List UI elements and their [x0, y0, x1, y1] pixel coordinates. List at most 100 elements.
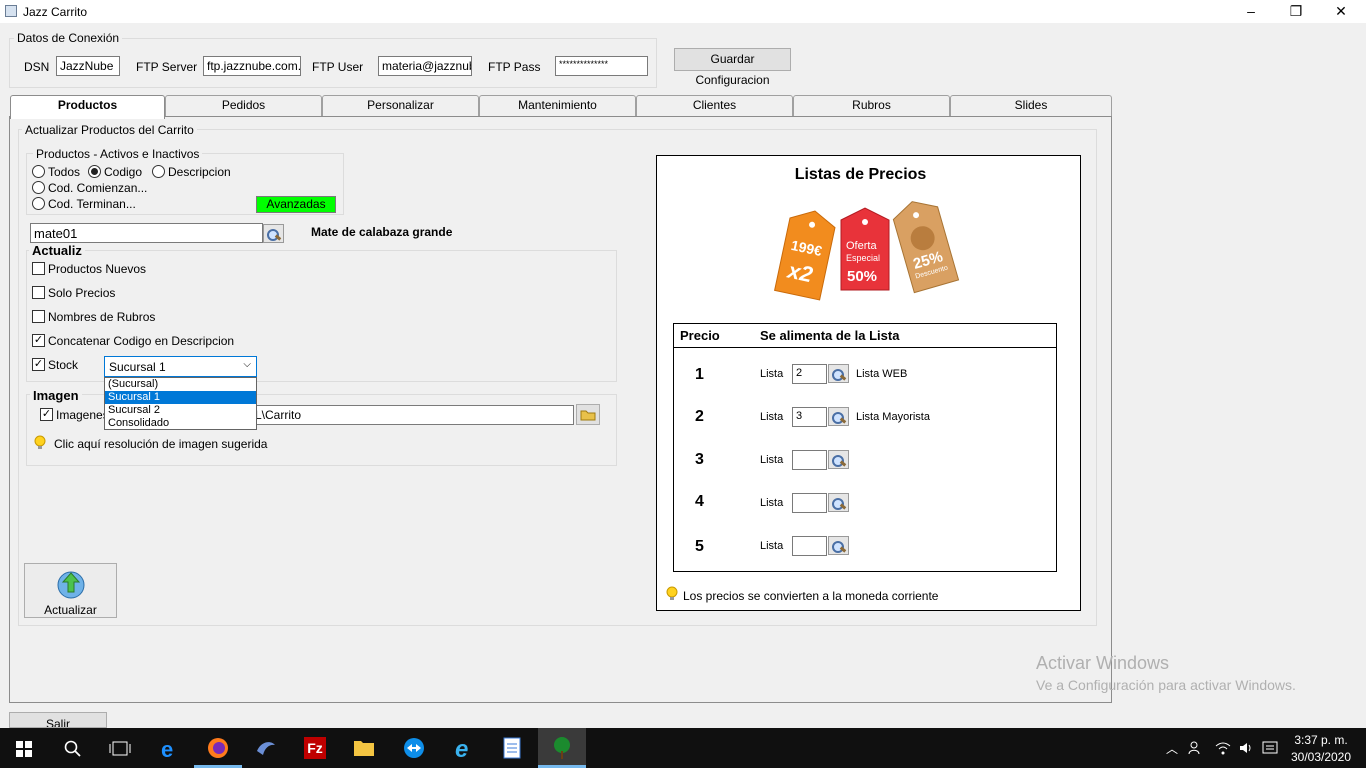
notification-icon[interactable]: [1262, 740, 1278, 756]
ftp-pass-label: FTP Pass: [488, 60, 541, 74]
start-button[interactable]: [0, 728, 48, 768]
taskbar-notepad[interactable]: [488, 728, 536, 768]
activation-watermark-title: Activar Windows: [1036, 653, 1170, 673]
chk-concatenar-label: Concatenar Codigo en Descripcion: [48, 334, 235, 348]
chk-solo-precios[interactable]: [32, 286, 45, 299]
title-bar: Jazz Carrito – ❐ ✕: [0, 0, 1366, 23]
taskbar-file-explorer[interactable]: [340, 728, 388, 768]
ftp-pass-field[interactable]: **************: [555, 56, 648, 76]
tab-productos[interactable]: Productos: [10, 95, 165, 119]
stock-combobox[interactable]: Sucursal 1 ⌵: [104, 356, 257, 377]
folder-icon: [580, 410, 596, 421]
chevron-up-icon[interactable]: ︿: [1166, 740, 1178, 757]
radio-cod-terminan-label: Cod. Terminan...: [48, 197, 136, 211]
folder-icon: [354, 741, 374, 756]
price-row-search-icon[interactable]: [828, 536, 849, 555]
price-row-list-name: Lista WEB: [856, 368, 908, 380]
radio-cod-comienzan[interactable]: [32, 181, 45, 194]
dsn-field[interactable]: JazzNube: [56, 56, 120, 76]
radio-codigo[interactable]: [88, 165, 101, 178]
task-view-button[interactable]: [96, 728, 144, 768]
product-search-icon[interactable]: [263, 224, 284, 243]
price-row-list-field[interactable]: [792, 450, 827, 470]
minimize-button[interactable]: –: [1228, 0, 1274, 23]
price-row-search-icon[interactable]: [828, 450, 849, 469]
ftp-server-field[interactable]: ftp.jazznube.com.ar: [203, 56, 301, 76]
close-button[interactable]: ✕: [1318, 0, 1364, 23]
price-row-search-icon[interactable]: [828, 407, 849, 426]
ftp-user-label: FTP User: [312, 60, 364, 74]
col-lista-header: Se alimenta de la Lista: [760, 328, 900, 343]
chk-nombres-rubros[interactable]: [32, 310, 45, 323]
tab-personalizar[interactable]: Personalizar: [322, 95, 479, 116]
price-row-list-field[interactable]: 2: [792, 364, 827, 384]
price-row-list-field[interactable]: 3: [792, 407, 827, 427]
salir-button[interactable]: Salir: [9, 712, 107, 728]
price-row-number: 4: [695, 493, 704, 510]
clock-date[interactable]: 30/03/2020: [1288, 750, 1354, 764]
chk-stock[interactable]: ✓: [32, 358, 45, 371]
actualizar-button[interactable]: Actualizar: [24, 563, 117, 618]
taskbar-filezilla[interactable]: Fz: [290, 728, 338, 768]
radio-cod-terminan[interactable]: [32, 197, 45, 210]
tab-mantenimiento[interactable]: Mantenimiento: [479, 95, 636, 116]
taskbar-edge[interactable]: e: [146, 728, 194, 768]
search-button[interactable]: [48, 728, 96, 768]
wifi-icon[interactable]: [1215, 740, 1231, 756]
tab-clientes[interactable]: Clientes: [636, 95, 793, 116]
price-row-number: 1: [695, 366, 704, 383]
stock-dropdown-list: (Sucursal) Sucursal 1 Sucursal 2 Consoli…: [104, 377, 257, 430]
chk-stock-label: Stock: [48, 358, 79, 372]
radio-descripcion[interactable]: [152, 165, 165, 178]
dolphin-icon: [257, 742, 275, 755]
ftp-user-field[interactable]: materia@jazznube: [378, 56, 472, 76]
volume-icon[interactable]: [1238, 740, 1254, 756]
browse-folder-button[interactable]: [576, 404, 600, 425]
clock-time[interactable]: 3:37 p. m.: [1291, 733, 1351, 747]
windows-icon: [16, 741, 32, 757]
actualizar-button-label: Actualizar: [44, 603, 97, 617]
task-view-icon: [109, 741, 131, 756]
radio-todos[interactable]: [32, 165, 45, 178]
stock-option[interactable]: (Sucursal): [105, 378, 256, 391]
image-resolution-tip[interactable]: Clic aquí resolución de imagen sugerida: [54, 437, 267, 451]
tab-rubros[interactable]: Rubros: [793, 95, 950, 116]
price-row-list-name: Lista Mayorista: [856, 411, 930, 423]
avanzadas-button[interactable]: Avanzadas: [256, 196, 336, 213]
chk-concatenar[interactable]: ✓: [32, 334, 45, 347]
taskbar-internet-explorer[interactable]: e: [440, 728, 488, 768]
stock-option[interactable]: Consolidado: [105, 417, 256, 430]
price-row-label: Lista: [760, 497, 784, 509]
taskbar-jazz-carrito[interactable]: [538, 728, 586, 768]
internet-explorer-icon: e: [455, 736, 469, 763]
actualiz-group-title: Actualiz: [29, 243, 85, 258]
taskbar-app-dolphin[interactable]: [242, 728, 290, 768]
price-list-table: [673, 323, 1057, 572]
chk-productos-nuevos[interactable]: [32, 262, 45, 275]
stock-option-selected[interactable]: Sucursal 1: [105, 391, 256, 404]
tag2-mid-text: Especial: [846, 253, 881, 263]
taskbar-firefox[interactable]: [194, 728, 242, 768]
taskbar-teamviewer[interactable]: [390, 728, 438, 768]
tab-pedidos[interactable]: Pedidos: [165, 95, 322, 116]
price-row-search-icon[interactable]: [828, 364, 849, 383]
save-config-button[interactable]: Guardar Configuracion: [674, 48, 791, 87]
app-icon: [5, 5, 17, 17]
price-row-list-field[interactable]: [792, 536, 827, 556]
maximize-button[interactable]: ❐: [1273, 0, 1319, 23]
tab-slides[interactable]: Slides: [950, 95, 1112, 116]
window-title: Jazz Carrito: [23, 5, 88, 19]
document-icon: [503, 737, 521, 759]
people-icon[interactable]: [1188, 741, 1204, 755]
price-row-number: 5: [695, 538, 704, 555]
price-row-list-field[interactable]: [792, 493, 827, 513]
chk-nombres-rubros-label: Nombres de Rubros: [48, 310, 156, 324]
chk-imagenes[interactable]: ✓: [40, 408, 53, 421]
activation-watermark-text: Ve a Configuración para activar Windows.: [1036, 677, 1296, 693]
price-row-search-icon[interactable]: [828, 493, 849, 512]
filter-group-title: Productos - Activos e Inactivos: [33, 147, 203, 161]
filezilla-icon: Fz: [304, 737, 326, 759]
stock-option[interactable]: Sucursal 2: [105, 404, 256, 417]
teamviewer-icon: [404, 738, 424, 758]
product-code-field[interactable]: mate01: [30, 223, 263, 243]
